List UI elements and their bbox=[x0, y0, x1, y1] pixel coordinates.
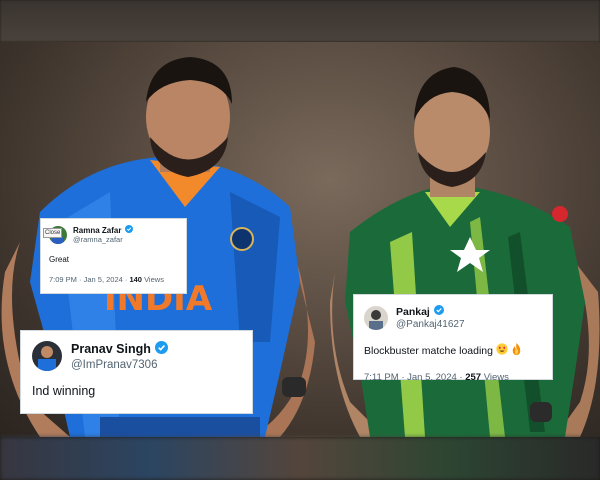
tweet-text: Blockbuster matche loading bbox=[364, 344, 493, 357]
tweet-text-row: Blockbuster matche loading bbox=[364, 343, 542, 358]
close-label[interactable]: Close bbox=[43, 228, 63, 238]
author-name[interactable]: Pranav Singh bbox=[71, 342, 151, 356]
verified-badge-icon bbox=[125, 225, 134, 235]
views-count: 257 bbox=[465, 372, 482, 383]
avatar[interactable] bbox=[364, 305, 388, 330]
author-handle[interactable]: @Pankaj41627 bbox=[396, 319, 465, 330]
tweet-time[interactable]: 7:09 PM · Jan 5, 2024 · bbox=[49, 275, 129, 284]
heart-eyes-emoji-icon bbox=[496, 343, 508, 358]
tweet-meta: 7:09 PM · Jan 5, 2024 · 140 Views bbox=[49, 275, 178, 284]
tweet-meta: 7:11 PM · Jan 5, 2024 · 257 Views bbox=[364, 372, 542, 383]
blurred-background-bottom bbox=[0, 437, 600, 480]
avatar[interactable] bbox=[32, 341, 62, 371]
verified-badge-icon bbox=[154, 341, 168, 357]
author-handle[interactable]: @ramna_zafar bbox=[73, 235, 133, 244]
author-name[interactable]: Pankaj bbox=[396, 306, 430, 318]
tweet-card-ramna-zafar[interactable]: Close Ramna Zafar @ramna_zafar Great 7:0… bbox=[40, 218, 187, 294]
author-name[interactable]: Ramna Zafar bbox=[73, 226, 121, 235]
author-handle[interactable]: @ImPranav7306 bbox=[71, 359, 168, 371]
views-label: Views bbox=[141, 275, 164, 284]
views-count: 140 bbox=[129, 275, 142, 284]
fire-emoji-icon bbox=[511, 343, 522, 358]
tweet-time[interactable]: 7:11 PM · Jan 5, 2024 · bbox=[364, 372, 465, 383]
author-name-row[interactable]: Pankaj bbox=[396, 305, 465, 318]
author-name-row[interactable]: Pranav Singh bbox=[71, 341, 168, 357]
blurred-background-top bbox=[0, 0, 600, 42]
tweet-card-pranav-singh[interactable]: Pranav Singh @ImPranav7306 Ind winning bbox=[20, 330, 253, 414]
tweet-card-pankaj[interactable]: Pankaj @Pankaj41627 Blockbuster matche l… bbox=[353, 294, 553, 383]
tweet-text: Ind winning bbox=[32, 384, 96, 398]
views-label: Views bbox=[481, 372, 509, 383]
author-name-row[interactable]: Ramna Zafar bbox=[73, 225, 134, 235]
verified-badge-icon bbox=[433, 305, 444, 318]
tweet-text: Great bbox=[49, 255, 70, 264]
